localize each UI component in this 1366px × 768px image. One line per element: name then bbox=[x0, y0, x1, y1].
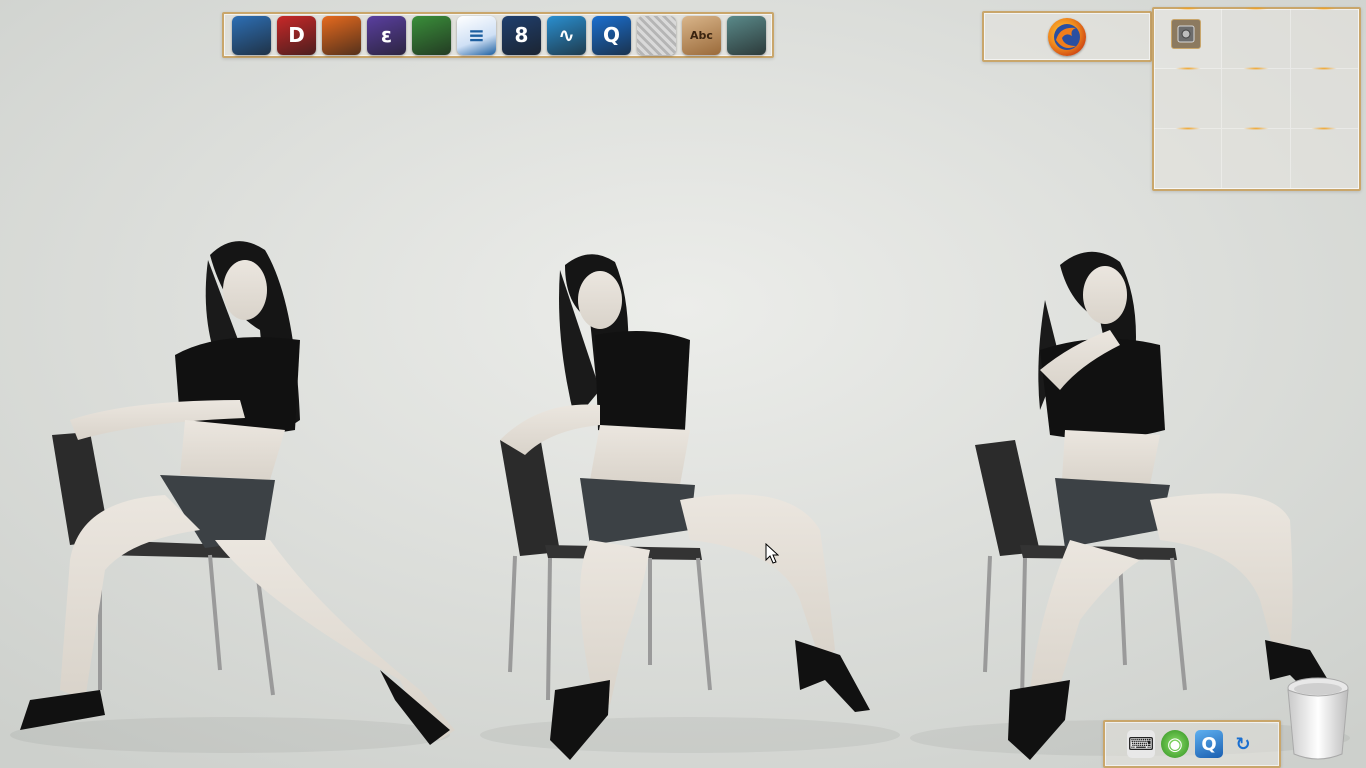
emacs-launcher[interactable]: ε bbox=[367, 15, 406, 55]
workspace-5[interactable] bbox=[1222, 67, 1291, 129]
infinity-app-icon: 8 bbox=[514, 23, 529, 47]
mouse-cursor-icon bbox=[765, 543, 779, 564]
workspace-pager bbox=[1152, 7, 1361, 191]
chrome-launcher[interactable] bbox=[412, 15, 451, 55]
workspace-8[interactable] bbox=[1222, 127, 1291, 189]
taskbar-firefox-button[interactable]: firefox-icon bbox=[1048, 17, 1086, 56]
application-dock: Dε ≡ 8 ∿ Q Abc bbox=[222, 12, 774, 58]
keyboard-icon[interactable]: ⌨ bbox=[1127, 730, 1155, 758]
swirl-icon[interactable]: ↻ bbox=[1229, 730, 1257, 758]
taskbar-panel: firefox-icon bbox=[982, 11, 1152, 62]
qq-launcher[interactable]: Q bbox=[592, 15, 631, 55]
workspace-6[interactable] bbox=[1290, 67, 1359, 129]
system-tray: ⌨ ◉ Q ↻ bbox=[1103, 720, 1281, 768]
pager-window-thumbnail[interactable] bbox=[1171, 19, 1201, 49]
firefox-launcher[interactable] bbox=[322, 15, 361, 55]
workspace-7[interactable] bbox=[1154, 127, 1223, 189]
workspace-2[interactable] bbox=[1222, 7, 1291, 69]
workspace-4[interactable] bbox=[1154, 67, 1223, 129]
infinity-app-launcher[interactable]: 8 bbox=[502, 15, 541, 55]
scanner-launcher[interactable] bbox=[232, 15, 271, 55]
system-monitor-launcher[interactable]: ∿ bbox=[547, 15, 586, 55]
workspace-3[interactable] bbox=[1290, 7, 1359, 69]
system-monitor-icon: ∿ bbox=[558, 23, 575, 47]
mail-stamp-launcher[interactable] bbox=[637, 15, 676, 55]
qq-icon: Q bbox=[602, 23, 620, 47]
dictionary-icon: Abc bbox=[690, 28, 713, 42]
dictionary-launcher[interactable]: Abc bbox=[682, 15, 721, 55]
network-icon[interactable]: ◉ bbox=[1161, 730, 1189, 758]
trash-icon[interactable] bbox=[1284, 676, 1352, 762]
bird-app-launcher[interactable] bbox=[727, 15, 766, 55]
emacs-icon: ε bbox=[380, 23, 393, 47]
firefox-icon bbox=[1054, 23, 1080, 50]
text-editor-icon: ≡ bbox=[468, 23, 485, 47]
text-editor-launcher[interactable]: ≡ bbox=[457, 15, 496, 55]
safe-icon bbox=[1177, 25, 1195, 43]
document-viewer-launcher[interactable]: D bbox=[277, 15, 316, 55]
qq-tray-icon[interactable]: Q bbox=[1195, 730, 1223, 758]
workspace-9[interactable] bbox=[1290, 127, 1359, 189]
document-viewer-icon: D bbox=[288, 23, 305, 47]
